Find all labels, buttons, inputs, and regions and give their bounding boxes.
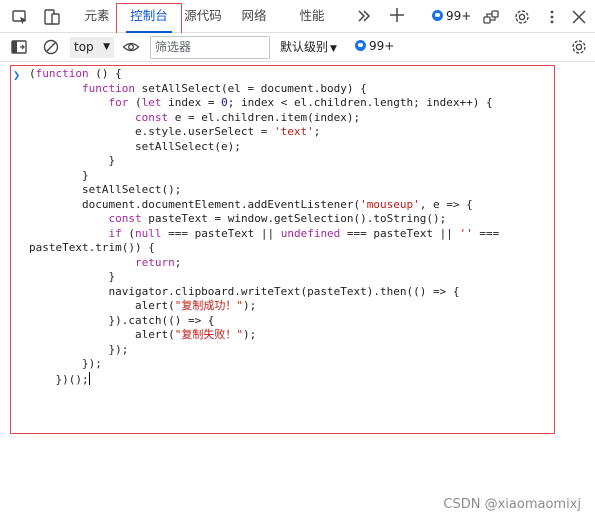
console-issues-count: 99+ [369, 39, 395, 53]
tab-console[interactable]: 控制台 [118, 0, 180, 33]
more-options-icon[interactable] [543, 8, 561, 26]
tab-sources[interactable]: 源代码 [181, 0, 225, 33]
console-issues-badge[interactable]: 99+ [355, 39, 394, 55]
device-toolbar-icon[interactable] [43, 8, 61, 26]
dropdown-caret-icon: ▼ [103, 42, 110, 52]
watermark: CSDN @xiaomaomixj [443, 497, 581, 512]
code-line: alert("复制失败！"); [29, 328, 257, 341]
console-settings-gear-icon[interactable] [570, 38, 588, 56]
issues-badge[interactable]: 99+ [432, 9, 471, 25]
issues-count: 99+ [446, 9, 472, 23]
clear-console-icon[interactable] [42, 38, 60, 56]
more-tabs-icon[interactable] [355, 7, 373, 25]
code-line: setAllSelect(); [29, 183, 182, 196]
context-selector[interactable]: top ▼ [70, 37, 114, 58]
code-line: setAllSelect(e); [29, 139, 241, 153]
devtools-tabbar: 元素 控制台 源代码 网络 性能 99+ [0, 0, 595, 33]
console-input-code[interactable]: (function () { function setAllSelect(el … [29, 67, 499, 387]
console-toolbar: top ▼ 筛选器 默认级别 ▼ 99+ [0, 33, 595, 62]
code-line: })(); [29, 371, 90, 386]
code-line: const e = el.children.item(index); [134, 110, 361, 124]
code-line: const pasteText = window.getSelection().… [108, 212, 447, 225]
filter-input[interactable]: 筛选器 [150, 36, 270, 59]
issues-icon [355, 40, 366, 51]
dropdown-caret-icon: ▼ [330, 44, 337, 54]
code-line: alert("复制成功！"); [29, 299, 257, 312]
code-line: }); [29, 342, 129, 356]
console-panel: ❯ (function () { function setAllSelect(e… [0, 62, 595, 524]
context-value: top [74, 40, 94, 54]
code-line: navigator.clipboard.writeText(pasteText)… [29, 284, 460, 298]
inspect-element-icon[interactable] [11, 8, 29, 26]
code-line: } [29, 154, 116, 167]
tab-network[interactable]: 网络 [237, 0, 271, 33]
tab-performance[interactable]: 性能 [295, 0, 329, 33]
close-devtools-icon[interactable] [570, 8, 588, 26]
log-level-dropdown[interactable]: 默认级别 ▼ [280, 37, 337, 58]
code-line: document.documentElement.addEventListene… [29, 197, 473, 211]
code-line: pasteText.trim()) { [29, 241, 155, 254]
code-line: return; [134, 255, 182, 269]
code-line: e.style.userSelect = 'text'; [29, 125, 321, 138]
tab-elements[interactable]: 元素 [80, 0, 114, 33]
code-line: for (let index = 0; index < el.children.… [108, 96, 493, 109]
show-sidebar-icon[interactable] [10, 38, 28, 56]
issues-icon [432, 10, 443, 21]
log-level-label: 默认级别 [280, 40, 329, 54]
settings-gear-icon[interactable] [513, 8, 531, 26]
live-expression-eye-icon[interactable] [122, 38, 140, 56]
connected-devices-icon[interactable] [482, 8, 500, 26]
code-line: }).catch(() => { [29, 313, 215, 327]
code-line: function setAllSelect(el = document.body… [81, 81, 367, 95]
code-line: } [29, 270, 116, 283]
add-tab-icon[interactable] [388, 6, 406, 24]
code-line: if (null === pasteText || undefined === … [108, 226, 500, 240]
code-line: (function () { [29, 67, 122, 80]
code-line: }); [29, 357, 102, 370]
code-line: } [29, 168, 89, 182]
console-prompt-icon: ❯ [13, 68, 21, 82]
